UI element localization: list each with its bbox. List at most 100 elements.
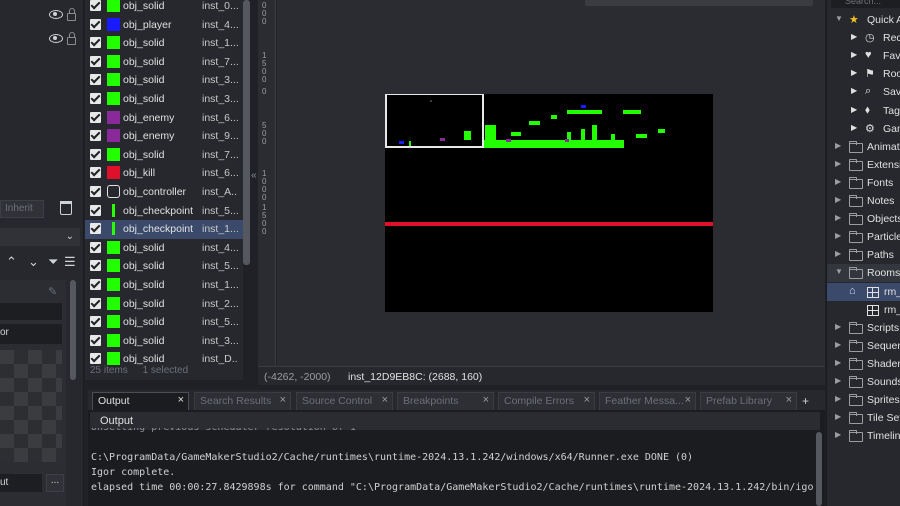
expand-right-icon[interactable]: ▶ bbox=[851, 32, 857, 41]
instance-row[interactable]: obj_solid inst_3... bbox=[85, 332, 243, 351]
expand-right-icon[interactable]: ▶ bbox=[835, 340, 841, 349]
close-icon[interactable]: × bbox=[584, 394, 590, 406]
instance-row[interactable]: obj_solid inst_5... bbox=[85, 257, 243, 276]
expand-right-icon[interactable]: ▶ bbox=[835, 213, 841, 222]
visibility-checkbox[interactable] bbox=[90, 204, 101, 216]
lock-icon[interactable] bbox=[67, 8, 76, 21]
asset-search-input[interactable]: Search... bbox=[831, 0, 900, 8]
output-tab[interactable]: Output × bbox=[92, 392, 189, 410]
visibility-checkbox[interactable] bbox=[90, 37, 101, 49]
visibility-checkbox[interactable] bbox=[90, 0, 101, 11]
visibility-checkbox[interactable] bbox=[90, 279, 101, 290]
asset-tree-item[interactable]: ▶ Animati bbox=[827, 138, 900, 156]
expand-right-icon[interactable]: ▶ bbox=[851, 123, 857, 132]
asset-tree-item[interactable]: ▶ Shaders bbox=[827, 355, 900, 373]
asset-tree-item[interactable]: ▶ Extensio bbox=[827, 156, 900, 174]
visibility-checkbox[interactable] bbox=[90, 334, 101, 346]
move-up-icon[interactable]: ⌃ bbox=[6, 254, 17, 270]
expand-down-icon[interactable]: ▼ bbox=[835, 14, 843, 23]
instance-row[interactable]: obj_controller inst_A... bbox=[85, 183, 243, 202]
brush-icon[interactable]: ✎ bbox=[48, 285, 57, 298]
asset-tree-item[interactable]: ▶ Particle bbox=[827, 228, 900, 246]
instance-row[interactable]: obj_solid inst_2... bbox=[85, 295, 243, 314]
expand-right-icon[interactable]: ▶ bbox=[851, 105, 857, 114]
inspector-field[interactable]: or bbox=[0, 324, 62, 344]
asset-tree-item[interactable]: ▶ Paths bbox=[827, 246, 900, 264]
instance-row[interactable]: obj_kill inst_6... bbox=[85, 164, 243, 183]
visibility-checkbox[interactable] bbox=[90, 55, 101, 67]
visibility-checkbox[interactable] bbox=[90, 186, 101, 197]
asset-tree-item[interactable]: ▶ Sounds bbox=[827, 373, 900, 391]
instance-row[interactable]: obj_solid inst_3... bbox=[85, 71, 243, 90]
add-tab-icon[interactable]: + bbox=[802, 394, 809, 408]
close-icon[interactable]: × bbox=[685, 394, 691, 406]
output-tab[interactable]: Breakpoints × bbox=[397, 392, 494, 410]
visibility-checkbox[interactable] bbox=[90, 353, 101, 365]
instance-row[interactable]: obj_enemy inst_6... bbox=[85, 109, 243, 128]
instance-row[interactable]: obj_solid inst_0... bbox=[85, 0, 243, 16]
asset-tree-item[interactable]: ▶ Tile Sets bbox=[827, 409, 900, 427]
asset-tree-item[interactable]: ▶ Objects bbox=[827, 210, 900, 228]
expand-right-icon[interactable]: ▶ bbox=[835, 412, 841, 421]
visibility-checkbox[interactable] bbox=[90, 297, 101, 309]
layer-dropdown[interactable]: ⌄ bbox=[0, 228, 80, 246]
close-icon[interactable]: × bbox=[178, 394, 184, 406]
visibility-checkbox[interactable] bbox=[90, 260, 101, 272]
scrollbar[interactable] bbox=[816, 432, 822, 506]
instance-row[interactable]: obj_checkpoint inst_1... bbox=[85, 220, 243, 239]
expand-right-icon[interactable]: ▶ bbox=[851, 86, 857, 95]
instance-row[interactable]: obj_solid inst_1... bbox=[85, 276, 243, 295]
inspector-field[interactable] bbox=[0, 303, 62, 320]
expand-right-icon[interactable]: ▶ bbox=[835, 177, 841, 186]
asset-tree-item[interactable]: ▶ Timelin bbox=[827, 427, 900, 445]
expand-right-icon[interactable]: ▶ bbox=[835, 322, 841, 331]
lock-icon[interactable] bbox=[67, 32, 76, 45]
visibility-checkbox[interactable] bbox=[90, 148, 101, 160]
close-icon[interactable]: × bbox=[786, 394, 792, 406]
expand-right-icon[interactable]: ▶ bbox=[835, 376, 841, 385]
visibility-checkbox[interactable] bbox=[90, 74, 101, 86]
visibility-checkbox[interactable] bbox=[90, 316, 101, 328]
expand-right-icon[interactable]: ▶ bbox=[835, 394, 841, 403]
expand-right-icon[interactable]: ▶ bbox=[835, 249, 841, 258]
visibility-checkbox[interactable] bbox=[90, 130, 101, 142]
asset-tree-item[interactable]: ▼ ★ Quick A bbox=[827, 11, 900, 29]
output-tab[interactable]: Feather Messa... × bbox=[599, 392, 696, 410]
instance-row[interactable]: obj_solid inst_5... bbox=[85, 313, 243, 332]
visibility-checkbox[interactable] bbox=[90, 111, 101, 123]
visibility-checkbox[interactable] bbox=[90, 241, 101, 253]
asset-tree-item[interactable]: ▼ Rooms bbox=[827, 264, 900, 283]
filter-icon[interactable]: ⏷ bbox=[48, 254, 58, 270]
expand-down-icon[interactable]: ▼ bbox=[835, 267, 843, 276]
output-tab[interactable]: Source Control × bbox=[296, 392, 393, 410]
instance-row[interactable]: obj_solid inst_7... bbox=[85, 53, 243, 72]
expand-right-icon[interactable]: ▶ bbox=[835, 358, 841, 367]
move-down-icon[interactable]: ⌄ bbox=[28, 254, 39, 270]
asset-tree-item[interactable]: rm_ bbox=[827, 301, 900, 319]
asset-tree-item[interactable]: ▶ ⚑ Roo bbox=[827, 65, 900, 83]
instance-row[interactable]: obj_solid inst_4... bbox=[85, 239, 243, 258]
close-icon[interactable]: × bbox=[280, 394, 286, 406]
output-tab[interactable]: Compile Errors × bbox=[498, 392, 595, 410]
menu-icon[interactable]: ☰ bbox=[64, 254, 76, 270]
asset-tree-item[interactable]: ⌂ rm_ bbox=[827, 282, 900, 301]
visibility-checkbox[interactable] bbox=[90, 223, 101, 235]
asset-tree-item[interactable]: ▶ ⬧ Tags bbox=[827, 102, 900, 120]
expand-right-icon[interactable]: ▶ bbox=[851, 68, 857, 77]
output-tab[interactable]: Search Results × bbox=[194, 392, 291, 410]
instance-row[interactable]: obj_solid inst_3... bbox=[85, 90, 243, 109]
asset-tree-item[interactable]: ▶ Notes bbox=[827, 192, 900, 210]
instance-row[interactable]: obj_player inst_4... bbox=[85, 16, 243, 35]
expand-right-icon[interactable]: ▶ bbox=[835, 430, 841, 439]
scrollbar[interactable] bbox=[243, 0, 250, 265]
asset-tree-item[interactable]: ▶ ⌕ Save bbox=[827, 83, 900, 101]
room-view[interactable] bbox=[385, 94, 713, 312]
visibility-eye-icon[interactable] bbox=[49, 34, 63, 43]
visibility-checkbox[interactable] bbox=[90, 18, 101, 30]
asset-tree-item[interactable]: ▶ Sprites bbox=[827, 391, 900, 409]
expand-right-icon[interactable]: ▶ bbox=[835, 195, 841, 204]
inherit-button[interactable]: Inherit bbox=[0, 200, 44, 218]
expand-right-icon[interactable]: ▶ bbox=[835, 159, 841, 168]
expand-right-icon[interactable]: ▶ bbox=[835, 141, 841, 150]
instance-row[interactable]: obj_enemy inst_9... bbox=[85, 127, 243, 146]
